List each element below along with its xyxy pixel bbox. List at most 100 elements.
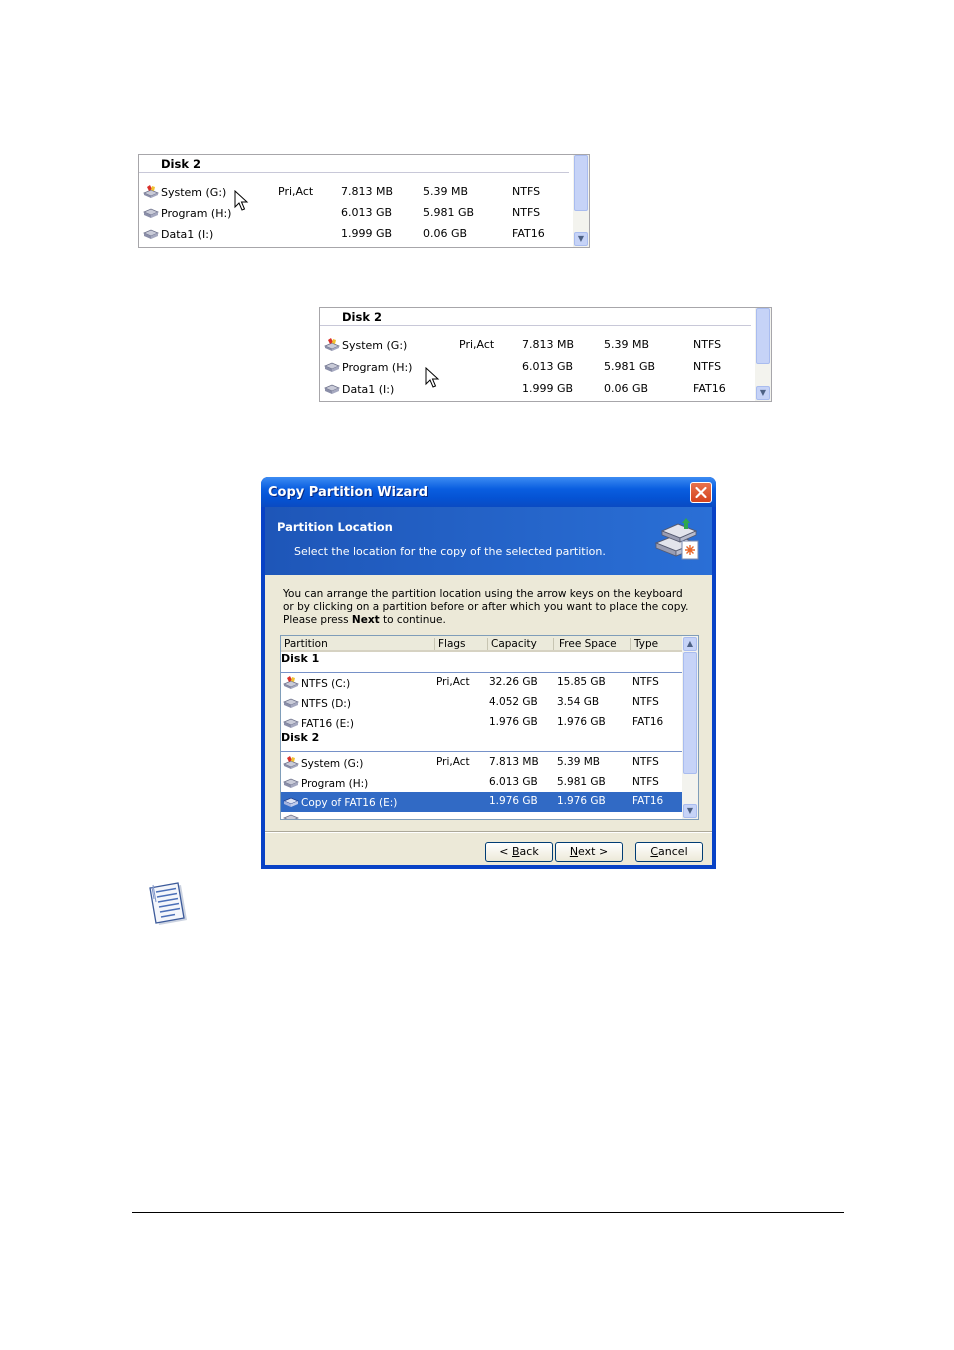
partition-free-space: 5.981 GB (423, 206, 475, 219)
scrollbar-thumb[interactable] (756, 308, 770, 364)
vertical-scrollbar[interactable]: ▼ (573, 155, 589, 247)
scroll-down-icon[interactable]: ▼ (756, 386, 770, 400)
mouse-cursor-icon (234, 190, 249, 211)
table-row[interactable]: NTFS (D:) 4.052 GB 3.54 GB NTFS (281, 693, 682, 713)
table-row[interactable]: NTFS (C:) Pri,Act 32.26 GB 15.85 GB NTFS (281, 673, 682, 693)
partition-name: Data1 (I:) (342, 383, 395, 396)
partition-row-system[interactable]: System (G:) Pri,Act 7.813 MB 5.39 MB NTF… (324, 335, 751, 355)
list-header: Partition Flags Capacity Free Space Type (281, 636, 682, 652)
partition-capacity: 7.813 MB (489, 756, 539, 768)
partition-capacity: 6.013 GB (522, 360, 574, 373)
table-row-partial[interactable] (281, 812, 682, 819)
partition-capacity: 1.976 GB (489, 716, 538, 728)
partition-type: NTFS (512, 206, 541, 219)
partition-capacity: 4.052 GB (489, 696, 538, 708)
close-button[interactable] (690, 482, 712, 503)
partition-capacity: 1.999 GB (341, 227, 393, 240)
table-row[interactable]: FAT16 (E:) 1.976 GB 1.976 GB FAT16 (281, 713, 682, 733)
partition-name: NTFS (D:) (301, 698, 351, 710)
partition-icon (143, 208, 159, 218)
partition-type: FAT16 (512, 227, 545, 240)
partition-type: NTFS (512, 185, 541, 198)
partition-type: NTFS (693, 338, 722, 351)
partition-free-space: 5.39 MB (423, 185, 469, 198)
vertical-scrollbar[interactable]: ▼ (755, 308, 771, 401)
partition-free-space: 5.39 MB (604, 338, 650, 351)
back-label-accesskey: B (512, 845, 520, 858)
column-header-free-space[interactable]: Free Space (559, 638, 617, 650)
partition-icon (324, 362, 340, 372)
partition-copy-icon (283, 797, 299, 807)
partition-capacity: 6.013 GB (341, 206, 393, 219)
partition-type: NTFS (632, 756, 659, 768)
partition-name: NTFS (C:) (301, 678, 351, 690)
partition-icon (143, 229, 159, 239)
partition-name: FAT16 (E:) (301, 718, 354, 730)
column-header-type[interactable]: Type (634, 638, 658, 650)
back-label-rest: ack (519, 845, 539, 858)
window-title: Copy Partition Wizard (268, 485, 429, 500)
footer-rule (132, 1212, 844, 1213)
partition-capacity: 32.26 GB (489, 676, 538, 688)
partition-icon (283, 718, 299, 728)
partition-row-data1[interactable]: Data1 (I:) 1.999 GB 0.06 GB FAT16 (324, 379, 751, 399)
scrollbar-thumb[interactable] (574, 155, 588, 211)
cancel-button[interactable]: Cancel (635, 842, 703, 862)
next-label-rest: ext > (578, 845, 609, 858)
partition-flags: Pri,Act (278, 185, 314, 198)
disk-2-group-label: Disk 2 (281, 731, 320, 744)
title-bar[interactable]: Copy Partition Wizard (261, 477, 716, 507)
wizard-instructions: You can arrange the partition location u… (283, 588, 693, 627)
partition-icon (283, 814, 299, 819)
copy-partition-wizard-window: Copy Partition Wizard Partition Location… (261, 477, 716, 869)
partition-row-data1[interactable]: Data1 (I:) 1.999 GB 0.06 GB FAT16 (143, 224, 569, 244)
partition-name: Program (H:) (342, 361, 413, 374)
partition-free-space: 0.06 GB (423, 227, 468, 240)
partition-name: System (G:) (301, 758, 364, 770)
partition-row-program[interactable]: Program (H:) 6.013 GB 5.981 GB NTFS (324, 357, 751, 377)
partition-row-program[interactable]: Program (H:) 6.013 GB 5.981 GB NTFS (143, 203, 569, 223)
partition-list-snippet-before: Disk 2 System (G:) Pri,Act 7.813 MB 5.39… (138, 154, 590, 248)
partition-type: NTFS (632, 776, 659, 788)
partition-free-space: 0.06 GB (604, 382, 649, 395)
back-button[interactable]: < Back (485, 842, 553, 862)
table-row[interactable]: Program (H:) 6.013 GB 5.981 GB NTFS (281, 773, 682, 793)
partition-row-system[interactable]: System (G:) Pri,Act 7.813 MB 5.39 MB NTF… (143, 182, 569, 202)
column-header-partition[interactable]: Partition (284, 638, 328, 650)
partition-list-view[interactable]: Partition Flags Capacity Free Space Type… (280, 635, 699, 820)
disk-1-group-label: Disk 1 (281, 652, 320, 665)
disk-2-label: Disk 2 (342, 310, 382, 324)
partition-name: System (G:) (161, 186, 227, 199)
mouse-cursor-icon (425, 367, 440, 388)
wizard-client-area: Partition Location Select the location f… (265, 507, 712, 865)
scroll-down-icon[interactable]: ▼ (574, 232, 588, 246)
vertical-scrollbar[interactable]: ▲ ▼ (682, 636, 698, 819)
partition-type: NTFS (632, 696, 659, 708)
disk-header-divider (139, 172, 569, 173)
system-partition-icon (324, 338, 340, 351)
partition-name: Data1 (I:) (161, 228, 214, 241)
partition-type: NTFS (632, 676, 659, 688)
partition-capacity: 1.976 GB (489, 795, 538, 807)
button-area-divider (265, 831, 712, 833)
table-row[interactable]: System (G:) Pri,Act 7.813 MB 5.39 MB NTF… (281, 753, 682, 773)
table-row-selected-copy[interactable]: Copy of FAT16 (E:) 1.976 GB 1.976 GB FAT… (281, 792, 682, 812)
close-icon (695, 486, 707, 499)
scroll-down-icon[interactable]: ▼ (683, 804, 697, 818)
system-partition-icon (283, 756, 299, 769)
instructions-text-end: to continue. (379, 614, 446, 626)
column-header-flags[interactable]: Flags (438, 638, 466, 650)
partition-flags: Pri,Act (436, 676, 470, 688)
column-header-capacity[interactable]: Capacity (491, 638, 537, 650)
back-label-prefix: < (499, 845, 512, 858)
partition-name: Program (H:) (301, 778, 369, 790)
partition-free-space: 5.981 GB (604, 360, 656, 373)
scroll-up-icon[interactable]: ▲ (683, 637, 697, 651)
system-partition-icon (143, 185, 159, 198)
next-label-accesskey: N (569, 845, 579, 858)
next-button[interactable]: Next > (555, 842, 623, 862)
scrollbar-thumb[interactable] (683, 652, 697, 774)
page-subtitle: Select the location for the copy of the … (294, 545, 606, 558)
partition-name: Copy of FAT16 (E:) (301, 797, 398, 809)
cancel-label-accesskey: C (650, 845, 659, 858)
